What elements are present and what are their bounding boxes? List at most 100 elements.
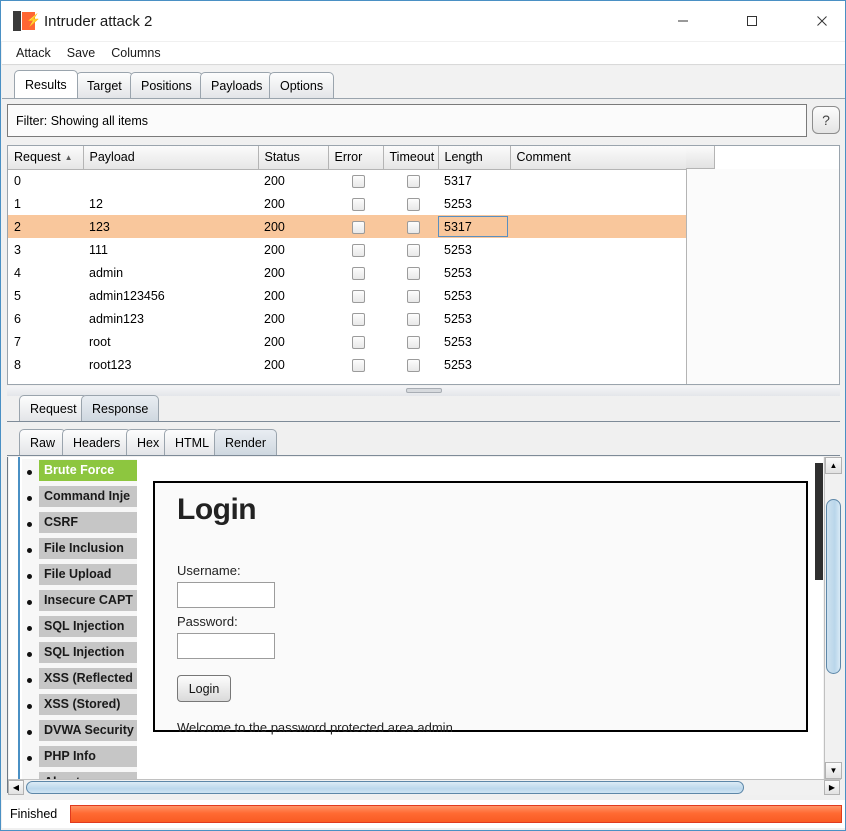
cell-status[interactable]: 200 <box>258 169 328 192</box>
cell-timeout-checkbox[interactable] <box>383 261 438 284</box>
cell-payload[interactable]: root123 <box>83 353 258 376</box>
cell-error-checkbox[interactable] <box>328 284 383 307</box>
cell-timeout-checkbox[interactable] <box>383 284 438 307</box>
timeout-checkbox-icon[interactable] <box>407 358 420 372</box>
table-row[interactable]: 0 200 5317 <box>8 169 686 192</box>
horizontal-scroll-thumb[interactable] <box>26 781 744 794</box>
render-horizontal-scrollbar[interactable]: ◀ ▶ <box>8 779 841 795</box>
dvwa-menu-item[interactable]: About <box>22 771 137 779</box>
cell-length[interactable]: 5253 <box>438 192 510 215</box>
cell-length[interactable]: 5253 <box>438 284 510 307</box>
error-checkbox-icon[interactable] <box>352 358 365 372</box>
table-row[interactable]: 2 123 200 5317 <box>8 215 686 238</box>
error-checkbox-icon[interactable] <box>352 220 365 234</box>
tab-html[interactable]: HTML <box>164 429 221 455</box>
scroll-left-button[interactable]: ◀ <box>8 780 24 795</box>
tab-results[interactable]: Results <box>14 70 78 98</box>
dvwa-menu-item[interactable]: Command Inje <box>22 485 137 511</box>
timeout-checkbox-icon[interactable] <box>407 266 420 280</box>
tab-options[interactable]: Options <box>269 72 335 98</box>
cell-status[interactable]: 200 <box>258 261 328 284</box>
dvwa-menu-item[interactable]: XSS (Stored) <box>22 693 137 719</box>
cell-request[interactable]: 1 <box>8 192 83 215</box>
table-row[interactable]: 1 12 200 5253 <box>8 192 686 215</box>
cell-error-checkbox[interactable] <box>328 215 383 238</box>
col-header-status[interactable]: Status <box>258 146 329 170</box>
close-button[interactable] <box>799 1 845 41</box>
password-input[interactable] <box>177 633 275 659</box>
cell-length[interactable]: 5253 <box>438 330 510 353</box>
cell-request[interactable]: 2 <box>8 215 83 238</box>
cell-error-checkbox[interactable] <box>328 307 383 330</box>
timeout-checkbox-icon[interactable] <box>407 174 420 188</box>
menu-attack[interactable]: Attack <box>8 46 59 60</box>
col-header-length[interactable]: Length <box>438 146 511 170</box>
cell-length[interactable]: 5253 <box>438 238 510 261</box>
cell-comment[interactable] <box>510 353 686 376</box>
error-checkbox-icon[interactable] <box>352 266 365 280</box>
timeout-checkbox-icon[interactable] <box>407 312 420 326</box>
cell-error-checkbox[interactable] <box>328 192 383 215</box>
error-checkbox-icon[interactable] <box>352 312 365 326</box>
tab-target[interactable]: Target <box>76 72 133 98</box>
scroll-up-button[interactable]: ▲ <box>825 457 842 474</box>
cell-payload[interactable]: admin123456 <box>83 284 258 307</box>
timeout-checkbox-icon[interactable] <box>407 289 420 303</box>
cell-status[interactable]: 200 <box>258 215 328 238</box>
table-row[interactable]: 3 111 200 5253 <box>8 238 686 261</box>
col-header-request[interactable]: Request ▲ <box>8 146 84 170</box>
dvwa-menu-item[interactable]: File Inclusion <box>22 537 137 563</box>
cell-timeout-checkbox[interactable] <box>383 169 438 192</box>
cell-payload[interactable]: 111 <box>83 238 258 261</box>
cell-error-checkbox[interactable] <box>328 353 383 376</box>
cell-error-checkbox[interactable] <box>328 238 383 261</box>
col-header-timeout[interactable]: Timeout <box>383 146 439 170</box>
table-row[interactable]: 6 admin123 200 5253 <box>8 307 686 330</box>
error-checkbox-icon[interactable] <box>352 174 365 188</box>
cell-request[interactable]: 0 <box>8 169 83 192</box>
cell-comment[interactable] <box>510 215 686 238</box>
cell-timeout-checkbox[interactable] <box>383 330 438 353</box>
maximize-button[interactable] <box>729 1 775 41</box>
cell-request[interactable]: 8 <box>8 353 83 376</box>
cell-payload[interactable]: admin <box>83 261 258 284</box>
dvwa-menu-item[interactable]: SQL Injection <box>22 615 137 641</box>
cell-payload[interactable] <box>83 169 258 192</box>
cell-status[interactable]: 200 <box>258 238 328 261</box>
cell-request[interactable]: 3 <box>8 238 83 261</box>
help-button[interactable]: ? <box>812 106 840 134</box>
cell-request[interactable]: 4 <box>8 261 83 284</box>
cell-length[interactable]: 5253 <box>438 307 510 330</box>
dvwa-menu-item[interactable]: CSRF <box>22 511 137 537</box>
cell-comment[interactable] <box>510 284 686 307</box>
cell-comment[interactable] <box>510 307 686 330</box>
dvwa-menu-item[interactable]: File Upload <box>22 563 137 589</box>
cell-request[interactable]: 7 <box>8 330 83 353</box>
table-header-stub[interactable] <box>686 146 715 169</box>
error-checkbox-icon[interactable] <box>352 289 365 303</box>
table-row[interactable]: 5 admin123456 200 5253 <box>8 284 686 307</box>
cell-comment[interactable] <box>510 238 686 261</box>
tab-payloads[interactable]: Payloads <box>200 72 274 98</box>
login-submit-button[interactable]: Login <box>177 675 231 702</box>
vertical-scroll-thumb[interactable] <box>826 499 841 674</box>
dvwa-menu-item[interactable]: DVWA Security <box>22 719 137 745</box>
cell-timeout-checkbox[interactable] <box>383 238 438 261</box>
cell-request[interactable]: 6 <box>8 307 83 330</box>
cell-timeout-checkbox[interactable] <box>383 307 438 330</box>
scroll-down-button[interactable]: ▼ <box>825 762 842 779</box>
cell-comment[interactable] <box>510 169 686 192</box>
cell-error-checkbox[interactable] <box>328 330 383 353</box>
timeout-checkbox-icon[interactable] <box>407 243 420 257</box>
cell-timeout-checkbox[interactable] <box>383 215 438 238</box>
cell-payload[interactable]: 12 <box>83 192 258 215</box>
table-row[interactable]: 4 admin 200 5253 <box>8 261 686 284</box>
cell-status[interactable]: 200 <box>258 330 328 353</box>
error-checkbox-icon[interactable] <box>352 197 365 211</box>
dvwa-menu-item[interactable]: Brute Force <box>22 459 137 485</box>
tab-render[interactable]: Render <box>214 429 277 455</box>
username-input[interactable] <box>177 582 275 608</box>
cell-payload[interactable]: admin123 <box>83 307 258 330</box>
dvwa-menu-item[interactable]: SQL Injection <box>22 641 137 667</box>
cell-status[interactable]: 200 <box>258 353 328 376</box>
